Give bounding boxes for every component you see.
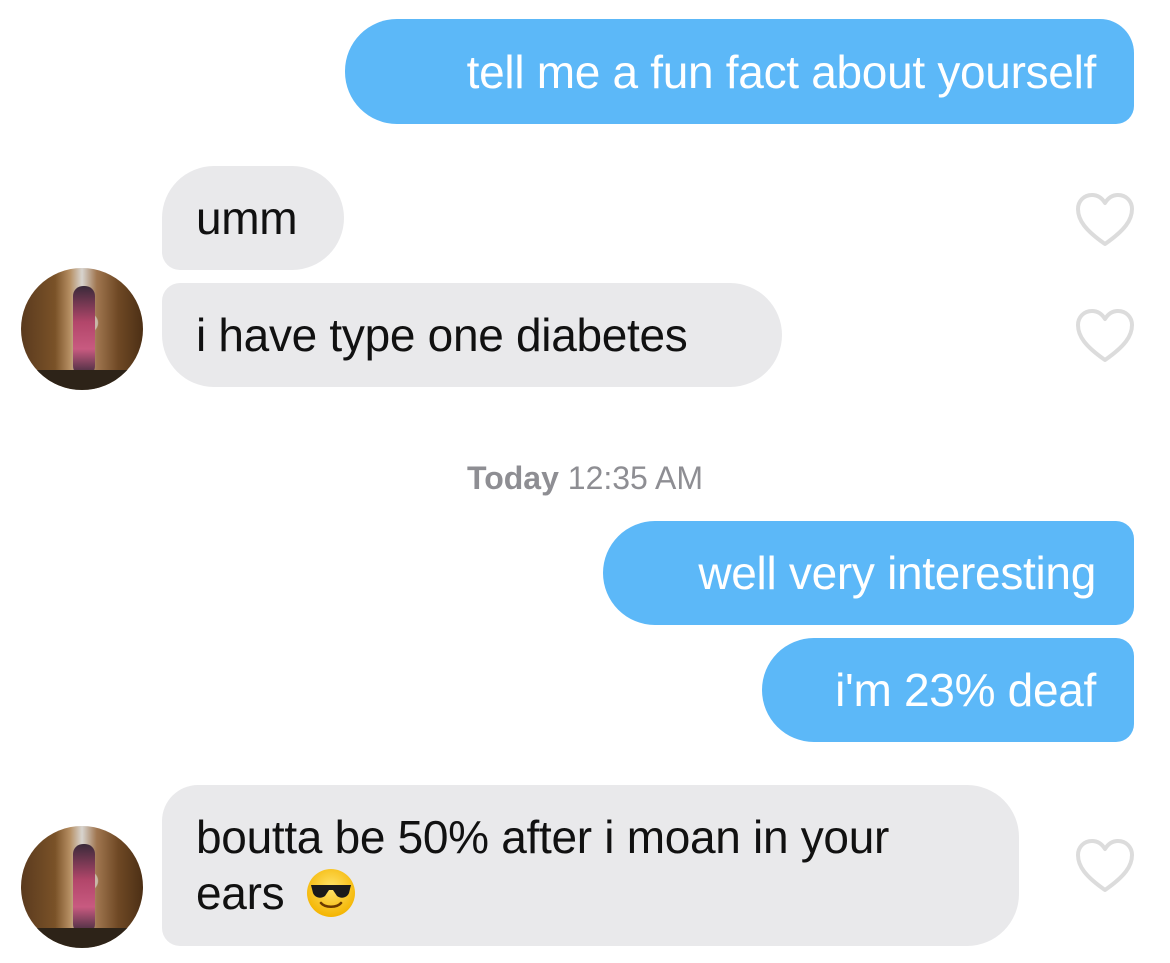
message-text: i have type one diabetes bbox=[196, 309, 688, 361]
message-text: i'm 23% deaf bbox=[835, 664, 1096, 716]
message-bubble-sent[interactable]: tell me a fun fact about yourself bbox=[345, 19, 1134, 124]
smiling-face-with-sunglasses-icon bbox=[306, 869, 355, 917]
heart-outline-icon[interactable] bbox=[1075, 308, 1135, 364]
message-bubble-received[interactable]: boutta be 50% after i moan in your ears bbox=[162, 785, 1019, 946]
message-text: umm bbox=[196, 192, 298, 244]
message-bubble-received[interactable]: umm bbox=[162, 166, 344, 270]
message-bubble-received[interactable]: i have type one diabetes bbox=[162, 283, 782, 387]
timestamp-day: Today bbox=[467, 460, 559, 496]
timestamp-time: 12:35 AM bbox=[567, 460, 703, 496]
heart-outline-icon[interactable] bbox=[1075, 192, 1135, 248]
message-bubble-sent[interactable]: i'm 23% deaf bbox=[762, 638, 1134, 742]
heart-outline-icon[interactable] bbox=[1075, 838, 1135, 894]
avatar[interactable] bbox=[21, 268, 143, 390]
message-text: boutta be 50% after i moan in your ears bbox=[196, 811, 890, 919]
avatar[interactable] bbox=[21, 826, 143, 948]
message-bubble-sent[interactable]: well very interesting bbox=[603, 521, 1134, 625]
message-timestamp: Today 12:35 AM bbox=[0, 460, 1170, 497]
message-text: well very interesting bbox=[698, 547, 1096, 599]
message-text: tell me a fun fact about yourself bbox=[466, 45, 1097, 98]
